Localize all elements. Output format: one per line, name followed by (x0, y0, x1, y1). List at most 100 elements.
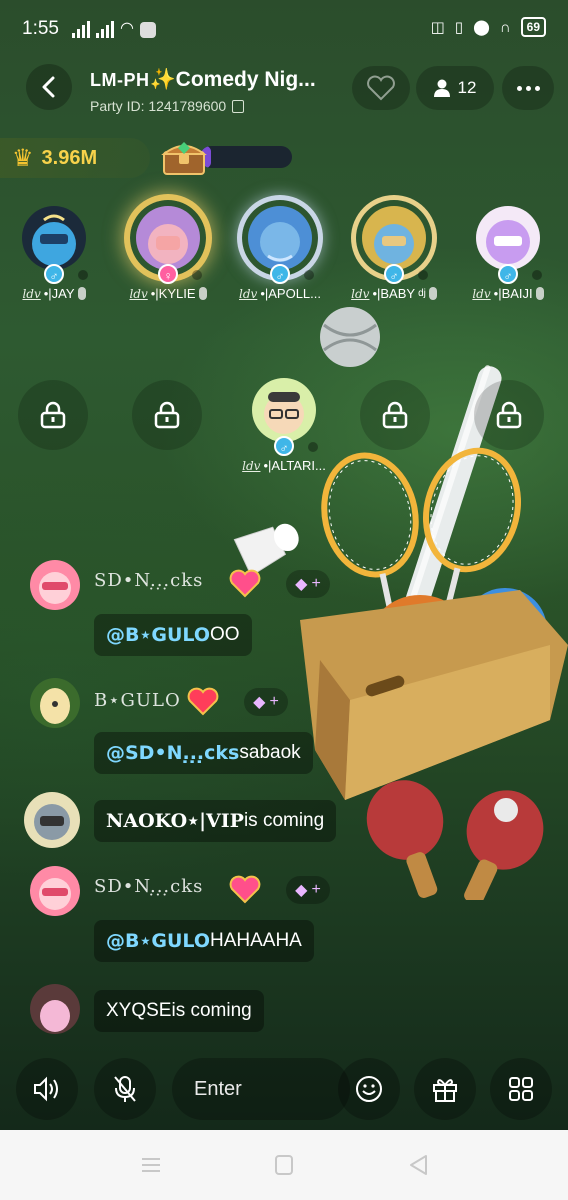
seat-2[interactable]: ♀ ldv •|KYLIE (118, 200, 218, 301)
location-icon: ⬤ (473, 19, 490, 36)
coins-value: 3.96M (41, 146, 98, 169)
person-icon (433, 79, 450, 97)
room-coins[interactable]: ♛ 3.96M (0, 138, 150, 178)
mute-indicator (418, 270, 428, 280)
gift-icon (433, 1079, 457, 1102)
gender-badge: ♂ (274, 436, 294, 456)
gem-icon: ◆ (295, 576, 308, 593)
chat-input[interactable]: Enter (172, 1058, 350, 1120)
tag-badge: ldv (242, 458, 261, 473)
seat-host[interactable]: ♂ ldv •|ALTARI... (234, 372, 334, 473)
mention[interactable]: @B⋆GULO (106, 930, 210, 952)
gender-badge: ♂ (44, 264, 64, 284)
headset-icon: ∩ (499, 18, 511, 36)
menu-grid-button[interactable] (490, 1058, 552, 1120)
rotate-icon: ▯ (454, 19, 464, 36)
locked-seat-3[interactable] (360, 380, 430, 450)
back-button[interactable] (26, 64, 72, 110)
seat-5[interactable]: ♂ ldv •|BAIJI (458, 200, 558, 301)
plus-icon: + (311, 575, 321, 592)
seat-1[interactable]: ♂ ldv •|JAY (4, 200, 104, 301)
speaker-button[interactable] (16, 1058, 78, 1120)
back-nav-icon[interactable] (406, 1154, 432, 1176)
lock-icon (496, 401, 522, 429)
add-friend-button[interactable]: ◆ + (244, 688, 288, 716)
seat-name: ldv •|BAIJI (458, 286, 558, 301)
status-right: ◫ ▯ ⬤ ∩ 69 (431, 17, 546, 37)
seat-3[interactable]: ♂ ldv •|APOLL... (230, 200, 330, 301)
chat-username[interactable]: SD•N.̣.̣.̣cks (94, 570, 203, 591)
chat-username[interactable]: B⋆GULO (94, 690, 181, 711)
entered-user[interactable]: XYQSE (106, 1000, 171, 1022)
chat-input-placeholder: Enter (194, 1077, 242, 1100)
seat-name-text: •|ALTARI... (263, 458, 326, 473)
locked-seat-4[interactable] (474, 380, 544, 450)
seat-name: ldv •|JAY (4, 286, 104, 301)
avatar: ♀ (130, 200, 206, 284)
add-friend-button[interactable]: ◆ + (286, 876, 330, 904)
locked-seat-2[interactable] (132, 380, 202, 450)
chat-message-bubble: XYQSE is coming (94, 990, 264, 1032)
mic-muted-icon (114, 1076, 136, 1102)
heart-badge-icon (229, 875, 261, 904)
avatar-image (476, 206, 540, 270)
app-icon (139, 22, 156, 38)
tag-badge: ldv (22, 286, 41, 301)
home-icon[interactable] (271, 1154, 297, 1176)
seat-name-text: •|BAIJI (493, 286, 533, 301)
mute-indicator (532, 270, 542, 280)
party-id: Party ID: 1241789600 (90, 98, 350, 114)
gender-badge: ♂ (384, 264, 404, 284)
chest-icon[interactable] (160, 138, 208, 178)
favorite-button[interactable] (352, 66, 410, 110)
members-button[interactable]: 12 (416, 66, 494, 110)
avatar-image (252, 378, 316, 442)
chat-avatar[interactable] (24, 792, 80, 848)
heart-badge-icon (187, 687, 219, 716)
avatar: ♂ (242, 200, 318, 284)
seat-name: ldv •|KYLIE (118, 286, 218, 301)
message-text: OO (209, 624, 240, 645)
seat-4[interactable]: ♂ ldv •|BABY dj (344, 200, 444, 301)
recent-apps-icon[interactable] (138, 1154, 164, 1176)
copy-icon[interactable] (232, 99, 245, 113)
smiley-icon (356, 1076, 382, 1102)
message-text: HAHAAHA (209, 930, 302, 951)
more-icon[interactable] (502, 66, 554, 110)
mention[interactable]: @B⋆GULO (106, 624, 210, 646)
add-friend-button[interactable]: ◆ + (286, 570, 330, 598)
chat-avatar[interactable] (30, 866, 80, 916)
system-nav-bar (0, 1130, 568, 1200)
avatar: ♂ (356, 200, 432, 284)
seat-name-text: •|KYLIE (150, 286, 196, 301)
gem-icon: ◆ (295, 882, 308, 899)
avatar-image (136, 206, 200, 270)
chat-avatar[interactable] (30, 984, 80, 1034)
locked-seat-1[interactable] (18, 380, 88, 450)
entered-user[interactable]: NAOKO⋆|VIP (106, 810, 244, 832)
mic-icon (77, 287, 86, 300)
mute-indicator (308, 442, 318, 452)
room-name: Comedy Nig... (175, 68, 316, 91)
chat-message-bubble: @B⋆GULO OO (94, 614, 252, 656)
lock-icon (382, 401, 408, 429)
room-title-block[interactable]: LM-PH✨Comedy Nig... Party ID: 1241789600 (90, 68, 350, 114)
room-title: LM-PH✨Comedy Nig... (90, 68, 350, 92)
mention[interactable]: @SD•N.̣.̣.̣cks (106, 742, 239, 764)
member-count: 12 (457, 78, 477, 97)
mic-icon (198, 287, 207, 300)
emoji-button[interactable] (338, 1058, 400, 1120)
seat-name-text: •|BABY (372, 286, 416, 301)
gift-button[interactable] (414, 1058, 476, 1120)
chat-message-bubble: @B⋆GULO HAHAAHA (94, 920, 314, 962)
wifi-icon: ◠ (120, 20, 134, 37)
chat-avatar[interactable] (30, 678, 80, 728)
chat-username[interactable]: SD•N.̣.̣.̣cks (94, 876, 203, 897)
crown-icon: ♛ (12, 144, 34, 172)
signal-icons: ◠ (72, 18, 156, 38)
tag-badge: ldv (472, 286, 491, 301)
avatar: ♂ (246, 372, 322, 456)
seat-name: ldv •|BABY dj (344, 286, 444, 301)
chat-avatar[interactable] (30, 560, 80, 610)
mic-button[interactable] (94, 1058, 156, 1120)
